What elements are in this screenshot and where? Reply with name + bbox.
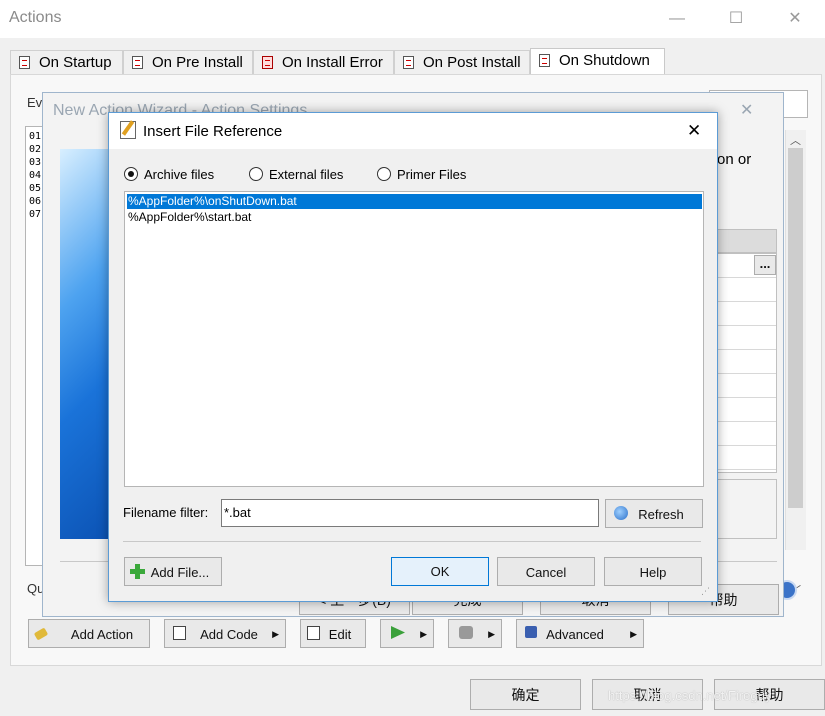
- add-file-button[interactable]: Add File...: [124, 557, 222, 586]
- radio-external-files[interactable]: External files: [249, 166, 343, 184]
- script-icon: [19, 56, 30, 69]
- file-list[interactable]: %AppFolder%\onShutDown.bat %AppFolder%\s…: [124, 191, 704, 487]
- disk-icon: [525, 626, 537, 638]
- advanced-button[interactable]: Advanced ▶: [516, 619, 644, 648]
- refresh-icon: [614, 506, 628, 520]
- resize-grip-icon[interactable]: ⋰: [701, 586, 710, 597]
- browse-button[interactable]: ...: [754, 255, 776, 275]
- tab-on-pre-install[interactable]: On Pre Install: [123, 50, 253, 74]
- tab-label: On Shutdown: [559, 52, 650, 69]
- radio-archive-files[interactable]: Archive files: [124, 166, 214, 184]
- events-label: Ev: [27, 95, 43, 110]
- radio-primer-files[interactable]: Primer Files: [377, 166, 466, 184]
- footer-ok-button[interactable]: 确定: [470, 679, 581, 710]
- maximize-button[interactable]: ☐: [716, 6, 756, 32]
- minimize-button[interactable]: —: [657, 6, 697, 32]
- wizard-close-icon[interactable]: ✕: [740, 100, 753, 120]
- code-icon: [173, 626, 186, 640]
- wand-icon: [33, 627, 49, 641]
- tools-button[interactable]: ▶: [448, 619, 502, 648]
- editor-scrollbar[interactable]: ︿ ﹀: [785, 130, 806, 597]
- dialog-title: Insert File Reference: [143, 123, 283, 140]
- radio-icon: [249, 167, 263, 181]
- insert-file-reference-dialog: Insert File Reference ✕ Archive files Ex…: [108, 112, 718, 602]
- tab-label: On Pre Install: [152, 54, 243, 71]
- tab-on-shutdown[interactable]: On Shutdown: [530, 48, 665, 75]
- filename-filter-label: Filename filter:: [123, 505, 209, 520]
- dialog-separator: [123, 541, 701, 542]
- dialog-close-icon[interactable]: ✕: [687, 121, 701, 141]
- tab-label: On Post Install: [423, 54, 521, 71]
- add-action-button[interactable]: Add Action: [28, 619, 150, 648]
- watermark: https://blog.csdn.net/Fireguy: [608, 688, 772, 703]
- dialog-titlebar: Insert File Reference ✕: [109, 113, 717, 149]
- properties-grid[interactable]: [717, 253, 777, 473]
- grid-header: [717, 229, 777, 253]
- list-item[interactable]: %AppFolder%\start.bat: [127, 210, 702, 225]
- add-code-button[interactable]: Add Code ▶: [164, 619, 286, 648]
- tab-on-startup[interactable]: On Startup: [10, 50, 123, 74]
- dropdown-arrow-icon: ▶: [420, 629, 427, 639]
- file-pencil-icon: [120, 120, 136, 139]
- tab-on-post-install[interactable]: On Post Install: [394, 50, 530, 74]
- add-plus-icon: [130, 564, 145, 579]
- dropdown-arrow-icon: ▶: [272, 629, 279, 639]
- tools-icon: [459, 626, 473, 639]
- green-arrow-icon: [391, 626, 405, 639]
- window-titlebar: Actions — ☐ ✕: [0, 0, 825, 38]
- dropdown-arrow-icon: ▶: [630, 629, 637, 639]
- scroll-up-icon[interactable]: ︿: [790, 132, 801, 148]
- tab-label: On Startup: [39, 54, 112, 71]
- description-box: [717, 479, 777, 539]
- dropdown-arrow-icon: ▶: [488, 629, 495, 639]
- radio-icon: [377, 167, 391, 181]
- error-script-icon: [262, 56, 273, 69]
- help-button[interactable]: Help: [604, 557, 702, 586]
- close-button[interactable]: ✕: [775, 6, 815, 32]
- radio-icon: [124, 167, 138, 181]
- scrollbar-thumb[interactable]: [788, 148, 803, 508]
- window-title: Actions: [9, 9, 62, 26]
- list-item[interactable]: %AppFolder%\onShutDown.bat: [127, 194, 702, 209]
- tab-label: On Install Error: [282, 54, 383, 71]
- script-icon: [539, 54, 550, 67]
- cancel-button[interactable]: Cancel: [497, 557, 595, 586]
- script-icon: [403, 56, 414, 69]
- filename-filter-input[interactable]: *.bat: [221, 499, 599, 527]
- refresh-button[interactable]: Refresh: [605, 499, 703, 528]
- edit-button[interactable]: Edit: [300, 619, 366, 648]
- edit-icon: [307, 626, 320, 640]
- wizard-description: on or: [717, 151, 752, 168]
- ok-button[interactable]: OK: [391, 557, 489, 586]
- script-icon: [132, 56, 143, 69]
- tab-on-install-error[interactable]: On Install Error: [253, 50, 394, 74]
- insert-button[interactable]: ▶: [380, 619, 434, 648]
